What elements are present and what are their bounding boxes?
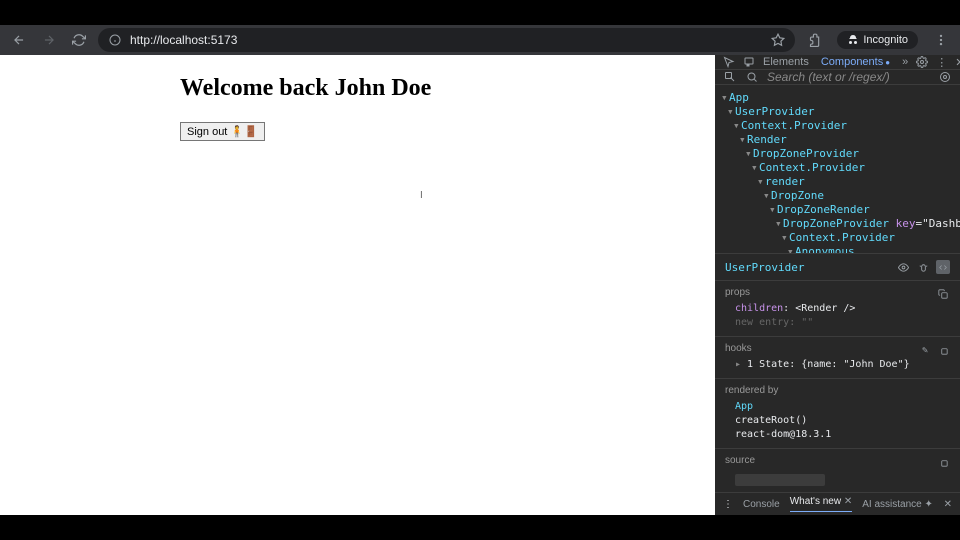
- rendered-by-item[interactable]: App: [725, 400, 950, 414]
- more-icon[interactable]: ⋮: [936, 55, 947, 69]
- source-title: source: [725, 455, 755, 466]
- hooks-title: hooks: [725, 343, 752, 354]
- tree-node[interactable]: ▾UserProvider: [719, 105, 956, 119]
- code-icon[interactable]: [936, 260, 950, 274]
- rendered-by-title: rendered by: [725, 385, 950, 396]
- tab-ai[interactable]: AI assistance ✦: [862, 499, 933, 510]
- props-title: props: [725, 287, 750, 298]
- tree-node[interactable]: ▾render: [719, 175, 956, 189]
- tab-more[interactable]: »: [902, 56, 908, 68]
- drawer-close-icon[interactable]: ✕: [944, 499, 952, 510]
- copy-source-icon[interactable]: [936, 455, 950, 469]
- browser-toolbar: http://localhost:5173 Incognito: [0, 25, 960, 55]
- menu-icon[interactable]: [930, 29, 952, 51]
- incognito-badge: Incognito: [837, 31, 918, 49]
- tab-components[interactable]: Components: [821, 56, 890, 68]
- back-button[interactable]: [8, 29, 30, 51]
- tab-console[interactable]: Console: [743, 499, 780, 510]
- tree-node[interactable]: ▾DropZone: [719, 189, 956, 203]
- close-icon[interactable]: ✕: [955, 55, 960, 69]
- reload-button[interactable]: [68, 29, 90, 51]
- source-path: [735, 474, 825, 486]
- search-input[interactable]: [767, 70, 930, 84]
- welcome-heading: Welcome back John Doe: [180, 75, 715, 102]
- react-settings-icon[interactable]: [938, 70, 952, 84]
- debug-icon[interactable]: [916, 260, 930, 274]
- inspect-icon[interactable]: [723, 55, 735, 69]
- search-icon: [745, 70, 759, 84]
- copy-hooks-icon[interactable]: [936, 343, 950, 357]
- extensions-icon[interactable]: [803, 29, 825, 51]
- copy-icon[interactable]: [936, 287, 950, 301]
- site-info-icon[interactable]: [108, 33, 122, 47]
- drawer-menu-icon[interactable]: ⋮: [723, 499, 733, 510]
- tree-node[interactable]: ▾Context.Provider: [719, 231, 956, 245]
- tree-node[interactable]: ▾DropZoneProvider key="Dashboard-b172": [719, 217, 956, 231]
- devtools-panel: Elements Components » ⋮ ✕: [715, 55, 960, 515]
- text-cursor: I: [420, 190, 423, 201]
- eye-icon[interactable]: [896, 260, 910, 274]
- selected-component: UserProvider: [725, 261, 804, 274]
- forward-button[interactable]: [38, 29, 60, 51]
- device-toggle-icon[interactable]: [743, 55, 755, 69]
- gear-icon[interactable]: [916, 55, 928, 69]
- url-text: http://localhost:5173: [130, 33, 237, 47]
- tab-whatsnew[interactable]: What's new ✕: [790, 496, 853, 512]
- tree-node[interactable]: ▾DropZoneRender: [719, 203, 956, 217]
- component-tree[interactable]: ▾App▾UserProvider▾Context.Provider▾Rende…: [715, 85, 960, 253]
- tab-elements[interactable]: Elements: [763, 56, 809, 68]
- tree-node[interactable]: ▾Context.Provider: [719, 161, 956, 175]
- tree-node[interactable]: ▾App: [719, 91, 956, 105]
- select-element-icon[interactable]: [723, 70, 737, 84]
- wand-icon[interactable]: ✎: [918, 343, 932, 357]
- address-bar[interactable]: http://localhost:5173: [98, 28, 795, 52]
- signout-button[interactable]: Sign out 🧍🚪: [180, 122, 265, 141]
- star-icon[interactable]: [771, 33, 785, 47]
- rendered-by-item[interactable]: react-dom@18.3.1: [725, 428, 950, 442]
- page-viewport: Welcome back John Doe Sign out 🧍🚪 I: [0, 55, 715, 515]
- tree-node[interactable]: ▾DropZoneProvider: [719, 147, 956, 161]
- tree-node[interactable]: ▾Context.Provider: [719, 119, 956, 133]
- rendered-by-item[interactable]: createRoot(): [725, 414, 950, 428]
- tree-node[interactable]: ▾Render: [719, 133, 956, 147]
- tree-node[interactable]: ▾Anonymous: [719, 245, 956, 253]
